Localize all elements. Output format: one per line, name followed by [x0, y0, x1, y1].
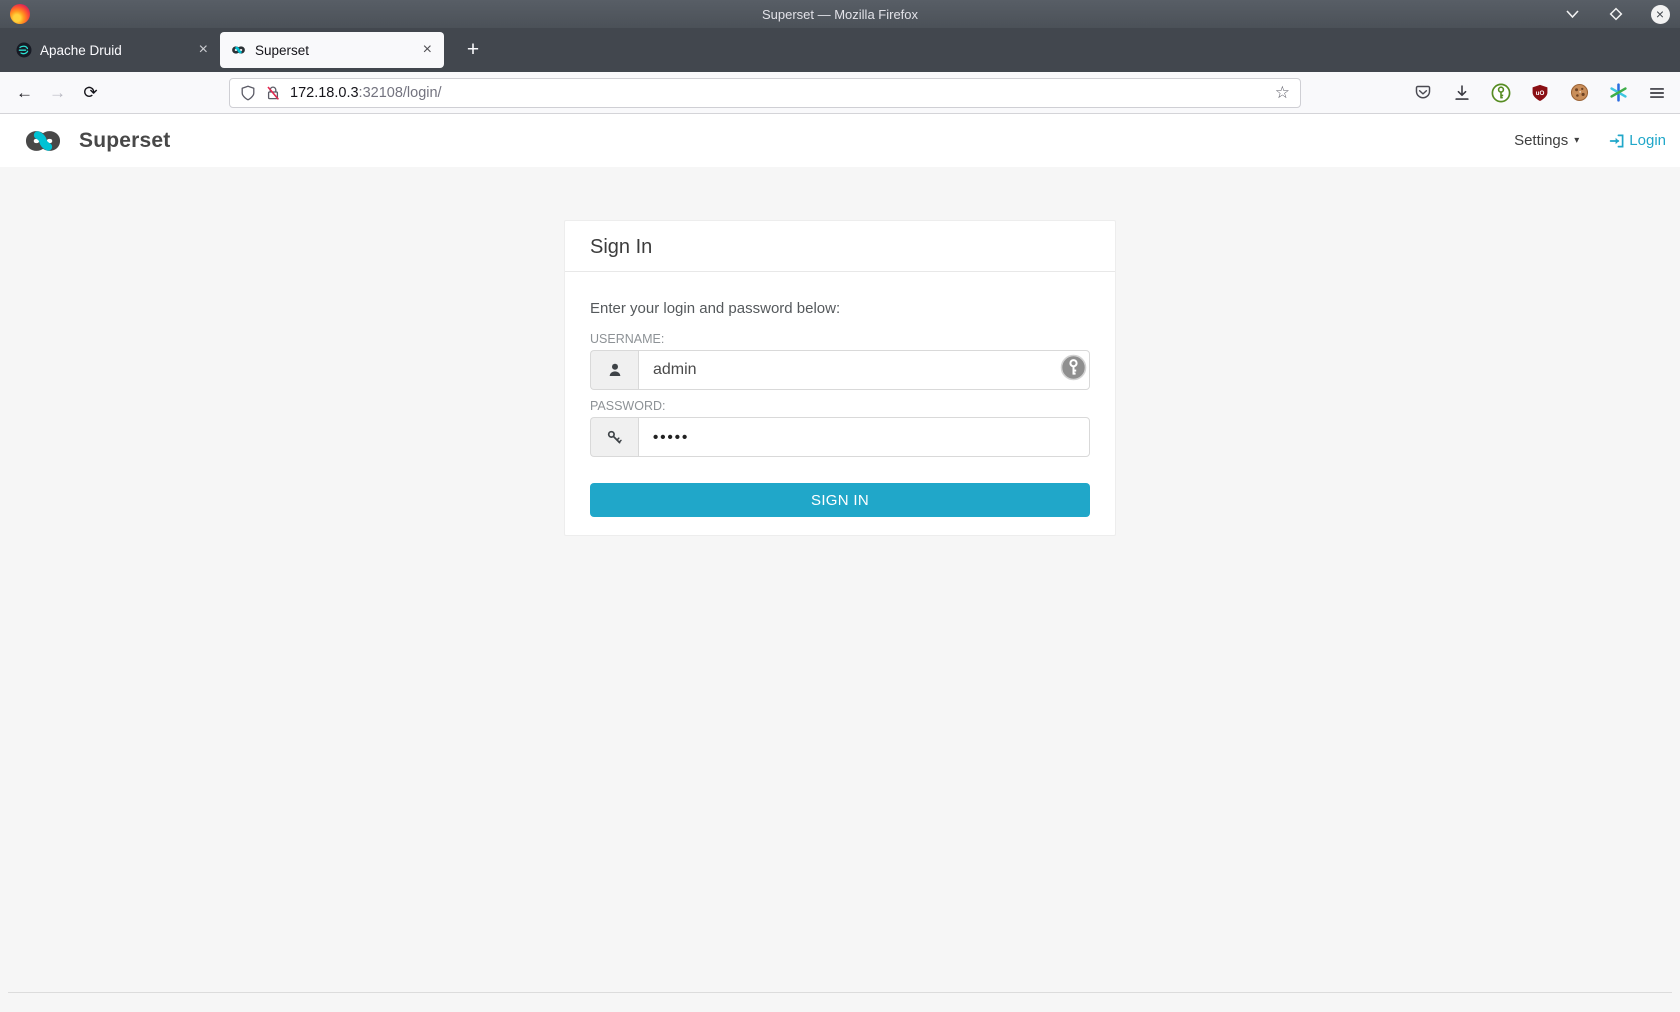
tab-label: Superset [255, 42, 310, 58]
card-title: Sign In [565, 221, 1115, 272]
password-label: PASSWORD: [590, 399, 666, 413]
tab-apache-druid[interactable]: Apache Druid × [6, 32, 220, 68]
username-label: USERNAME: [590, 332, 665, 346]
chevron-down-icon [1565, 10, 1579, 19]
tab-label: Apache Druid [40, 42, 122, 58]
page-content: Sign In Enter your login and password be… [0, 167, 1680, 1012]
asterisk-extension-icon[interactable] [1607, 82, 1629, 104]
caret-down-icon: ▾ [1574, 135, 1580, 146]
tab-superset[interactable]: Superset × [220, 32, 444, 68]
superset-logo-icon [25, 130, 61, 151]
close-icon: × [1650, 4, 1670, 24]
keepassxc-autofill-icon[interactable] [1060, 354, 1087, 386]
settings-menu[interactable]: Settings ▾ [1514, 132, 1579, 149]
form-instruction: Enter your login and password below: [590, 300, 841, 317]
url-bar[interactable]: 172.18.0.3:32108/login/ ☆ [229, 77, 1301, 108]
svg-text:uO: uO [1536, 89, 1545, 96]
close-window-button[interactable]: × [1650, 4, 1670, 24]
password-input-group [590, 417, 1090, 457]
window-titlebar: Superset — Mozilla Firefox × [0, 0, 1680, 28]
superset-brand[interactable]: Superset [14, 125, 170, 157]
settings-label: Settings [1514, 132, 1569, 149]
sign-in-button[interactable]: SIGN IN [590, 483, 1090, 517]
password-input[interactable] [638, 417, 1090, 457]
close-tab-icon[interactable]: × [197, 41, 210, 59]
download-icon[interactable] [1451, 82, 1473, 104]
toolbar-extensions: uO [1412, 82, 1672, 104]
superset-navbar: Superset Settings ▾ Login [0, 114, 1680, 167]
insecure-lock-icon[interactable] [265, 85, 281, 101]
url-path: :32108/login/ [358, 84, 442, 101]
footer-divider [8, 992, 1672, 993]
navbar-right: Settings ▾ Login [1514, 132, 1666, 149]
druid-icon [16, 42, 32, 58]
username-input-group [590, 350, 1090, 390]
forward-button[interactable]: → [41, 78, 74, 108]
sign-in-icon [1610, 134, 1624, 147]
page-superset-login: Superset Settings ▾ Login Sign In Enter … [0, 114, 1680, 1012]
navigation-toolbar: ← → ⟳ 172.18.0.3:32108/login/ ☆ uO [0, 72, 1680, 114]
password-addon [590, 417, 638, 457]
ublock-origin-icon[interactable]: uO [1529, 82, 1551, 104]
keepassxc-icon[interactable] [1490, 82, 1512, 104]
window-title: Superset — Mozilla Firefox [761, 6, 919, 22]
login-label: Login [1629, 132, 1666, 149]
username-addon [590, 350, 638, 390]
key-icon [607, 430, 622, 443]
minimize-button[interactable] [1562, 4, 1582, 24]
close-tab-icon[interactable]: × [421, 41, 434, 59]
bookmark-star-icon[interactable]: ☆ [1275, 83, 1290, 103]
maximize-button[interactable] [1606, 4, 1626, 24]
sign-in-card: Sign In Enter your login and password be… [564, 220, 1116, 536]
user-icon [609, 363, 620, 376]
window-controls: × [1562, 4, 1670, 24]
pocket-icon[interactable] [1412, 82, 1434, 104]
firefox-logo-icon [10, 4, 30, 24]
url-text: 172.18.0.3:32108/login/ [290, 85, 442, 101]
url-host: 172.18.0.3 [290, 84, 359, 101]
brand-title: Superset [79, 128, 171, 152]
reload-button[interactable]: ⟳ [74, 78, 107, 108]
new-tab-button[interactable]: + [458, 35, 488, 65]
cookie-icon[interactable] [1568, 82, 1590, 104]
diamond-icon [1609, 7, 1623, 21]
sign-in-form: Enter your login and password below: USE… [565, 272, 1115, 535]
login-link[interactable]: Login [1609, 132, 1666, 149]
superset-infinity-icon [232, 46, 245, 54]
menu-icon[interactable] [1646, 82, 1668, 104]
username-input[interactable] [638, 350, 1090, 390]
tab-bar: Apache Druid × Superset × + [0, 28, 1680, 72]
shield-permissions-icon[interactable] [240, 85, 256, 101]
back-button[interactable]: ← [8, 78, 41, 108]
